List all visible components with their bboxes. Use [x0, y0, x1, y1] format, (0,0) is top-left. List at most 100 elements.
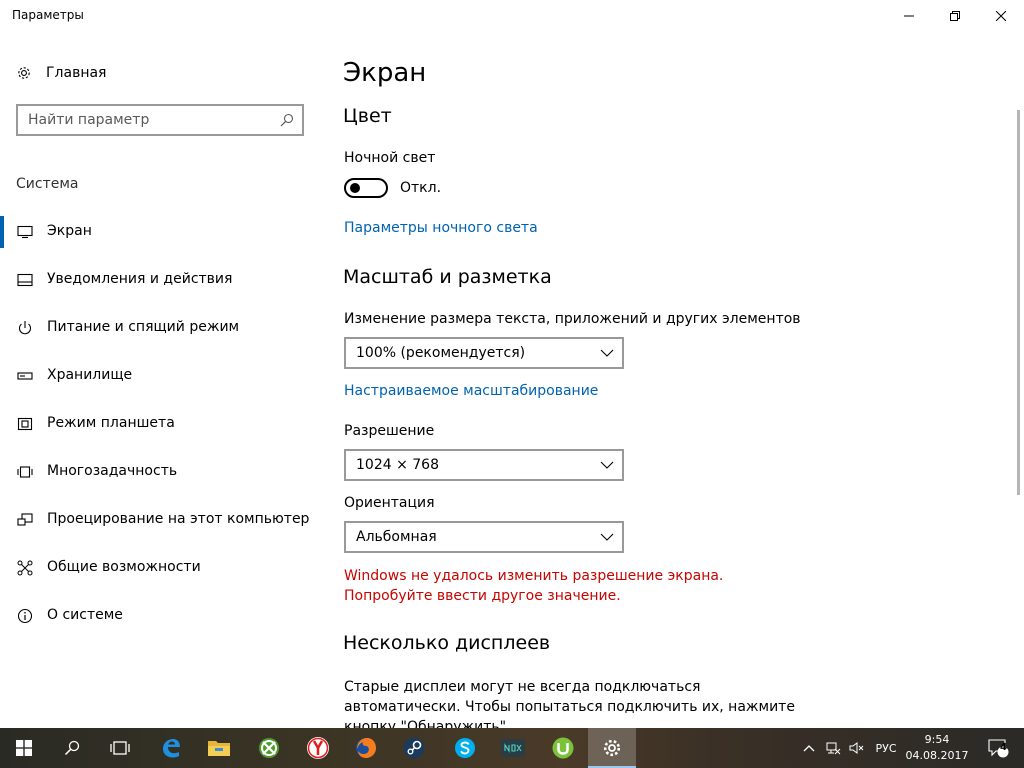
steam-icon: [403, 737, 425, 759]
search-input[interactable]: [18, 106, 268, 134]
clock-date: 04.08.2017: [905, 749, 969, 762]
custom-scaling-link[interactable]: Настраиваемое масштабирование: [344, 383, 598, 399]
main-content: Экран Цвет Ночной свет Откл. Параметры н…: [320, 32, 1010, 728]
scale-label: Изменение размера текста, приложений и д…: [344, 311, 801, 327]
sidebar-item-multitasking[interactable]: Многозадачность: [0, 448, 320, 496]
taskbar-app-firefox[interactable]: [342, 728, 390, 768]
task-view-button[interactable]: [96, 728, 144, 768]
multi-display-heading: Несколько дисплеев: [343, 632, 551, 654]
taskbar-app-yandex-browser[interactable]: [294, 728, 342, 768]
action-center-button[interactable]: 4: [978, 728, 1018, 768]
multitasking-icon: [16, 463, 34, 481]
sidebar-item-shared-experiences[interactable]: Общие возможности: [0, 544, 320, 592]
sidebar-item-storage[interactable]: Хранилище: [0, 352, 320, 400]
home-link[interactable]: Главная: [16, 63, 106, 83]
search-icon: [64, 740, 80, 756]
sidebar-item-label: Экран: [47, 223, 92, 239]
taskbar-app-utorrent[interactable]: [539, 728, 587, 768]
restore-button[interactable]: [932, 0, 978, 32]
orientation-label: Ориентация: [344, 495, 435, 511]
taskbar-app-steam[interactable]: [390, 728, 438, 768]
close-icon: [996, 11, 1006, 21]
sidebar-item-label: Хранилище: [47, 367, 133, 383]
multi-display-text: Старые дисплеи могут не всегда подключат…: [344, 679, 795, 728]
settings-icon: [603, 739, 621, 757]
scale-value: 100% (рекомендуется): [356, 345, 526, 361]
taskbar-app-nox[interactable]: [489, 728, 537, 768]
file-explorer-icon: [208, 741, 230, 756]
sidebar-item-label: Многозадачность: [47, 463, 178, 479]
taskbar-search-button[interactable]: [48, 728, 96, 768]
show-hidden-icons-button[interactable]: [798, 728, 820, 768]
chevron-down-icon: [600, 349, 614, 357]
page-title: Экран: [343, 58, 427, 88]
shared-experiences-icon: [16, 559, 34, 577]
power-icon: [16, 319, 34, 337]
resolution-label: Разрешение: [344, 423, 435, 439]
night-light-settings-link[interactable]: Параметры ночного света: [344, 220, 538, 236]
orientation-dropdown[interactable]: Альбомная: [344, 521, 624, 553]
night-light-state: Откл.: [400, 180, 442, 196]
chevron-up-icon: [803, 745, 815, 752]
scale-dropdown[interactable]: 100% (рекомендуется): [344, 337, 624, 369]
sidebar-item-display[interactable]: Экран: [0, 208, 320, 256]
projection-icon: [16, 511, 34, 529]
night-light-label: Ночной свет: [344, 150, 436, 166]
start-icon: [16, 740, 32, 756]
notifications-icon: [16, 271, 34, 289]
sidebar-item-projecting[interactable]: Проецирование на этот компьютер: [0, 496, 320, 544]
language-indicator[interactable]: РУС: [870, 728, 902, 768]
clock[interactable]: 9:54 04.08.2017: [904, 732, 970, 764]
section-label-system: Система: [16, 176, 79, 192]
sidebar-item-tablet-mode[interactable]: Режим планшета: [0, 400, 320, 448]
gear-icon: [18, 67, 30, 79]
skype-icon: [455, 738, 475, 758]
minimize-button[interactable]: [886, 0, 932, 32]
resolution-dropdown[interactable]: 1024 × 768: [344, 449, 624, 481]
sidebar-item-label: Режим планшета: [47, 415, 175, 431]
minimize-icon: [904, 15, 914, 17]
close-button[interactable]: [978, 0, 1024, 32]
sidebar-item-label: Проецирование на этот компьютер: [47, 511, 310, 527]
sidebar-item-power[interactable]: Питание и спящий режим: [0, 304, 320, 352]
search-box[interactable]: [16, 104, 304, 136]
taskbar-app-edge[interactable]: [147, 728, 195, 768]
resolution-error-message: Windows не удалось изменить разрешение э…: [344, 568, 724, 604]
title-bar: Параметры: [0, 0, 1024, 32]
utorrent-icon: [552, 737, 574, 759]
sidebar-item-notifications[interactable]: Уведомления и действия: [0, 256, 320, 304]
resolution-value: 1024 × 768: [356, 457, 439, 473]
orientation-value: Альбомная: [356, 529, 437, 545]
night-light-toggle[interactable]: [344, 178, 388, 198]
search-icon[interactable]: [280, 113, 294, 127]
sidebar-item-label: Уведомления и действия: [47, 271, 233, 287]
info-icon: [16, 607, 34, 625]
network-icon: [826, 742, 841, 755]
scrollbar[interactable]: [1017, 110, 1020, 495]
sidebar: Главная Система Экран Уведомления и дейс…: [0, 32, 320, 728]
nav-list: Экран Уведомления и действия Питание и с…: [0, 208, 320, 640]
nox-icon: [501, 739, 525, 757]
monitor-icon: [16, 223, 34, 241]
volume-status[interactable]: [846, 728, 868, 768]
home-label: Главная: [46, 65, 107, 81]
network-status[interactable]: [822, 728, 844, 768]
taskbar-app-utorrent-green[interactable]: [245, 728, 293, 768]
utorrent-green-icon: [259, 738, 279, 758]
taskbar-app-settings[interactable]: [588, 728, 636, 768]
clock-time: 9:54: [924, 733, 950, 746]
edge-icon: [163, 739, 180, 758]
sidebar-item-label: Общие возможности: [47, 559, 201, 575]
color-heading: Цвет: [343, 105, 392, 127]
yandex-browser-icon: [307, 737, 329, 759]
scale-heading: Масштаб и разметка: [343, 266, 552, 288]
restore-icon: [950, 11, 960, 21]
taskbar-app-skype[interactable]: [441, 728, 489, 768]
chevron-down-icon: [600, 461, 614, 469]
taskbar: РУС 9:54 04.08.2017 4: [0, 728, 1024, 768]
taskbar-app-file-explorer[interactable]: [195, 728, 243, 768]
start-button[interactable]: [0, 728, 48, 768]
sidebar-item-about[interactable]: О системе: [0, 592, 320, 640]
tablet-icon: [16, 415, 34, 433]
sidebar-item-label: Питание и спящий режим: [47, 319, 240, 335]
